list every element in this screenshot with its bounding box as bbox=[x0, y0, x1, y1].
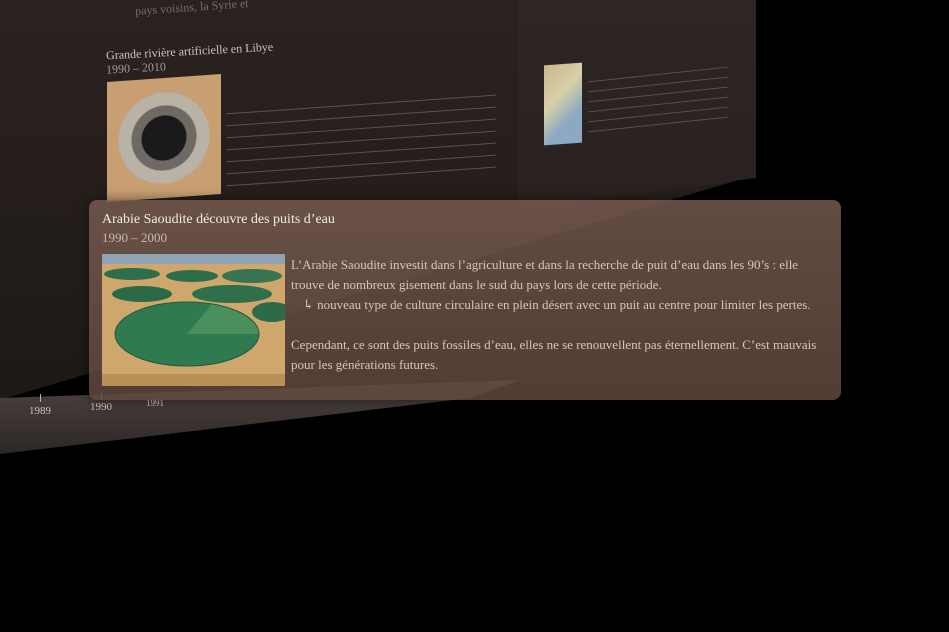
timeline-tick bbox=[40, 394, 41, 402]
timeline-year-1989[interactable]: 1989 bbox=[29, 405, 51, 417]
timeline-year-1990[interactable]: 1990 bbox=[90, 401, 112, 413]
pipe-photo[interactable] bbox=[107, 74, 221, 202]
background-right-body bbox=[588, 66, 728, 134]
event-date: 1990 – 2000 bbox=[102, 230, 167, 245]
event-title: Arabie Saoudite découvre des puits d’eau bbox=[102, 212, 335, 227]
background-article-date: 1990 – 2010 bbox=[105, 59, 167, 77]
event-paragraph-3: Cependant, ce sont des puits fossiles d’… bbox=[291, 337, 817, 372]
background-article-body bbox=[226, 94, 496, 188]
map-thumbnail[interactable] bbox=[544, 62, 582, 146]
event-card[interactable]: Arabie Saoudite découvre des puits d’eau… bbox=[89, 200, 841, 400]
crop-circles-photo bbox=[102, 254, 285, 386]
event-paragraph-2: ↳ nouveau type de culture circulaire en … bbox=[303, 297, 811, 312]
timeline-viewer: pays voisins, la Syrie et Grande rivière… bbox=[0, 0, 949, 632]
event-description: L’Arabie Saoudite investit dans l’agricu… bbox=[291, 255, 831, 375]
event-paragraph-1: L’Arabie Saoudite investit dans l’agricu… bbox=[291, 257, 799, 292]
